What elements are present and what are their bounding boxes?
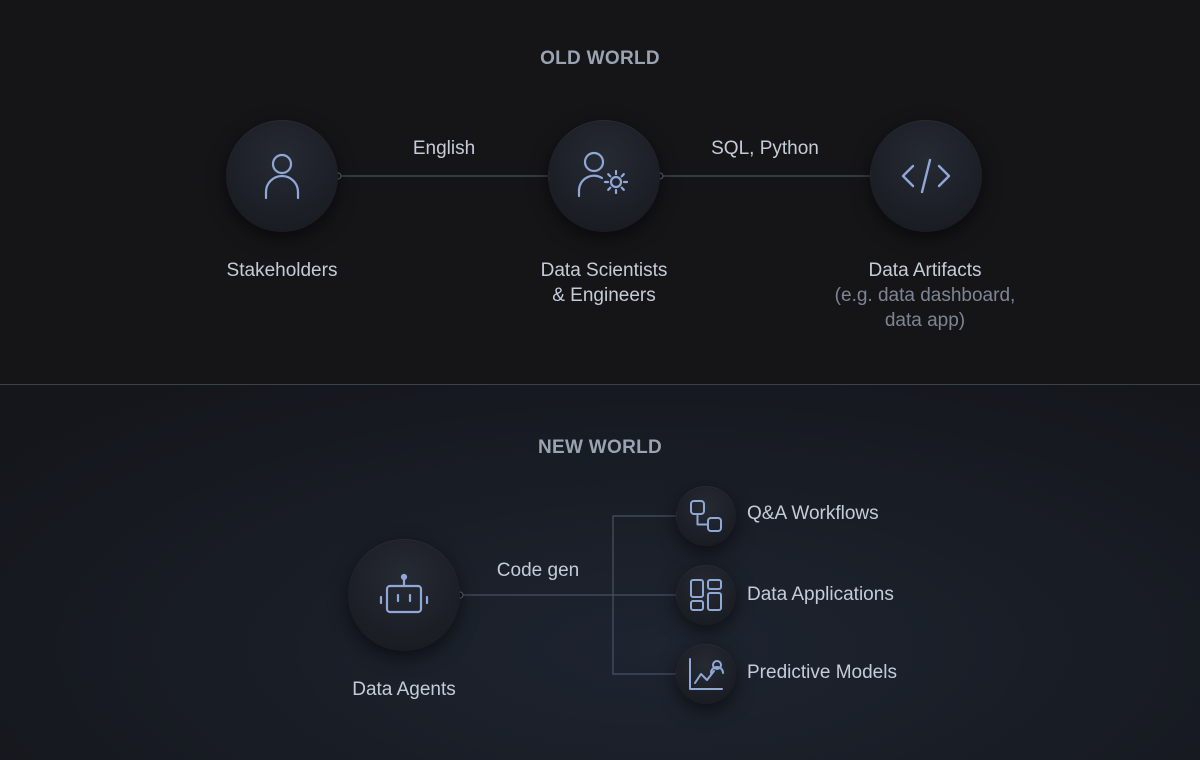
code-icon <box>899 156 953 196</box>
label-subtext: (e.g. data dashboard, <box>834 285 1016 306</box>
node-predictive-models <box>676 644 736 704</box>
node-data-applications <box>676 565 736 625</box>
robot-icon <box>379 573 429 617</box>
connector-lines <box>334 172 876 678</box>
label-line: & Engineers <box>552 285 656 306</box>
person-icon <box>260 150 304 202</box>
dashboard-icon <box>688 577 724 613</box>
label-subtext: data app) <box>884 310 966 331</box>
node-data-scientists-label: Data Scientists & Engineers <box>513 258 695 308</box>
edge-label-sql-python: SQL, Python <box>711 138 819 159</box>
new-world-title: NEW WORLD <box>537 437 663 458</box>
old-world-title: OLD WORLD <box>540 48 660 69</box>
chart-model-icon <box>687 656 725 692</box>
node-data-agents-label: Data Agents <box>352 679 456 700</box>
node-data-scientists <box>548 120 660 232</box>
person-gear-icon <box>576 150 632 202</box>
label-line: Data Scientists <box>540 260 668 281</box>
edge-label-english: English <box>412 138 476 159</box>
node-stakeholders <box>226 120 338 232</box>
edge-label-codegen: Code gen <box>496 560 580 581</box>
workflow-icon <box>688 498 724 534</box>
label-line: Data Artifacts <box>868 260 982 281</box>
output-predictive-models-label: Predictive Models <box>747 662 897 683</box>
node-data-artifacts <box>870 120 982 232</box>
output-data-applications-label: Data Applications <box>747 584 894 605</box>
output-qa-workflows-label: Q&A Workflows <box>747 503 879 524</box>
node-data-artifacts-label: Data Artifacts (e.g. data dashboard, dat… <box>805 258 1045 333</box>
node-qa-workflows <box>676 486 736 546</box>
node-stakeholders-label: Stakeholders <box>226 260 338 281</box>
node-data-agents <box>348 539 460 651</box>
